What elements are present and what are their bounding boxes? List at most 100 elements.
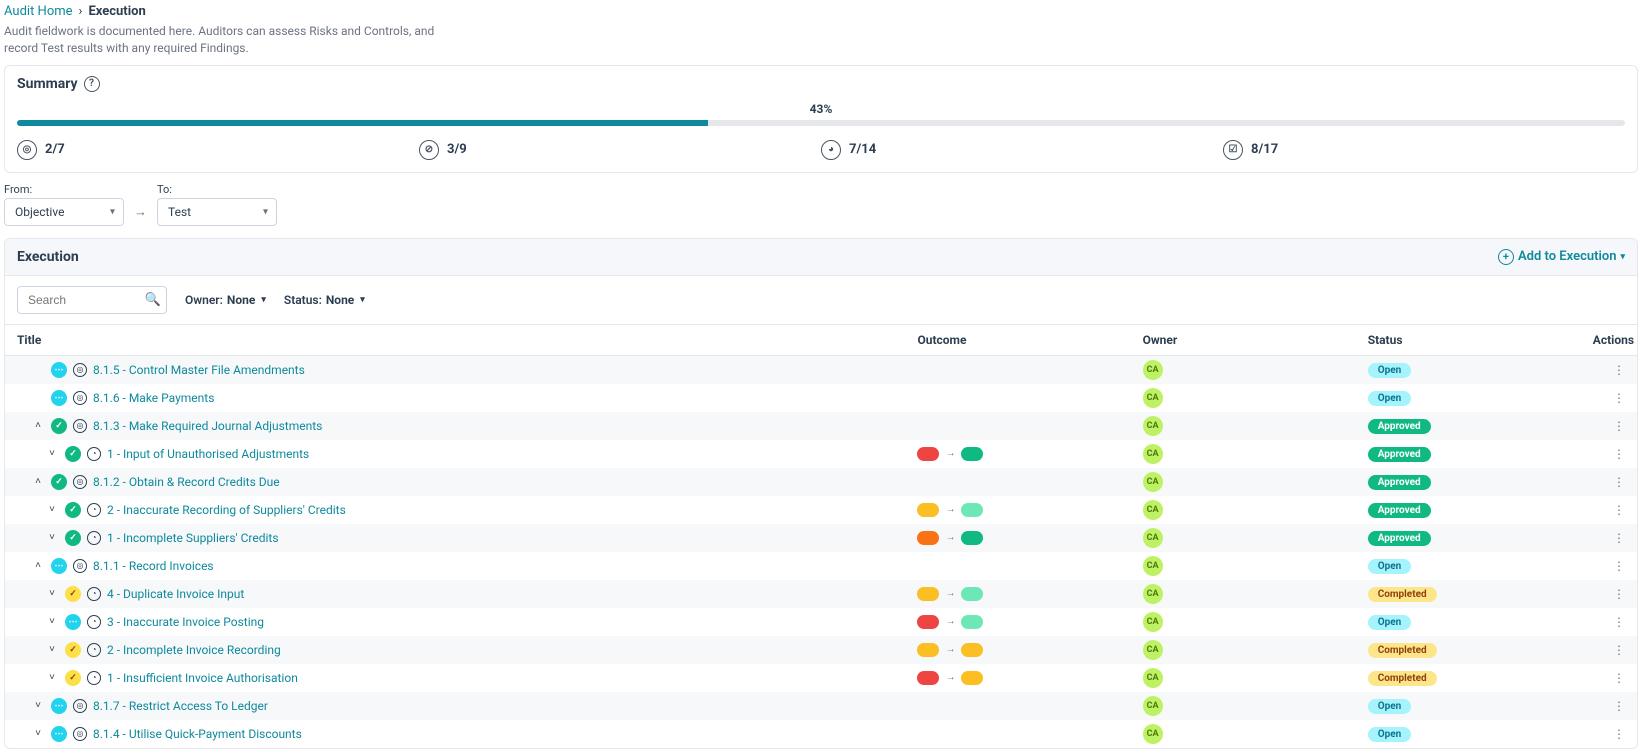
state-indicator-icon: ⋯ — [51, 362, 67, 378]
row-actions-menu[interactable]: ⋮ — [1593, 419, 1625, 433]
summary-metric-0: ◎2/7 — [17, 140, 419, 160]
state-indicator-icon: ✓ — [65, 670, 81, 686]
chevron-down-icon[interactable]: ˅ — [31, 700, 45, 711]
chevron-down-icon[interactable]: ˅ — [45, 616, 59, 627]
col-owner: Owner — [1143, 333, 1368, 347]
owner-filter[interactable]: Owner: None — [185, 293, 266, 307]
status-cell: Open — [1368, 390, 1593, 406]
row-actions-menu[interactable]: ⋮ — [1593, 643, 1625, 657]
row-title-link[interactable]: 4 - Duplicate Invoice Input — [107, 587, 244, 601]
owner-avatar[interactable]: CA — [1143, 528, 1163, 548]
metric-icon: ◎ — [17, 140, 37, 160]
chevron-up-icon[interactable]: ˄ — [31, 420, 45, 431]
owner-avatar[interactable]: CA — [1143, 444, 1163, 464]
row-actions-menu[interactable]: ⋮ — [1593, 699, 1625, 713]
outcome-cell: → — [917, 615, 1142, 629]
outcome-cell: → — [917, 671, 1142, 685]
status-badge: Approved — [1368, 475, 1431, 490]
gauge-icon: ◔ — [87, 643, 101, 657]
status-cell: Open — [1368, 698, 1593, 714]
row-title-link[interactable]: 1 - Incomplete Suppliers' Credits — [107, 531, 279, 545]
to-select[interactable]: Test — [157, 198, 277, 226]
row-actions-menu[interactable]: ⋮ — [1593, 503, 1625, 517]
owner-avatar[interactable]: CA — [1143, 612, 1163, 632]
chevron-down-icon[interactable]: ˅ — [45, 644, 59, 655]
outcome-cell: → — [917, 531, 1142, 545]
owner-avatar[interactable]: CA — [1143, 584, 1163, 604]
from-select[interactable]: Objective — [4, 198, 124, 226]
row-title-link[interactable]: 8.1.5 - Control Master File Amendments — [93, 363, 305, 377]
metric-value: 7/14 — [849, 142, 876, 157]
row-title-link[interactable]: 1 - Insufficient Invoice Authorisation — [107, 671, 298, 685]
chevron-down-icon[interactable]: ˅ — [45, 504, 59, 515]
status-badge: Approved — [1368, 447, 1431, 462]
owner-cell: CA — [1143, 584, 1368, 604]
search-icon[interactable]: 🔍 — [145, 292, 161, 307]
row-actions-menu[interactable]: ⋮ — [1593, 531, 1625, 545]
owner-cell: CA — [1143, 416, 1368, 436]
row-title-link[interactable]: 8.1.1 - Record Invoices — [93, 559, 214, 573]
status-cell: Open — [1368, 362, 1593, 378]
status-cell: Completed — [1368, 670, 1593, 686]
status-cell: Approved — [1368, 502, 1593, 518]
gauge-icon: ◔ — [87, 503, 101, 517]
breadcrumb-home-link[interactable]: Audit Home — [4, 4, 73, 19]
owner-avatar[interactable]: CA — [1143, 416, 1163, 436]
status-cell: Approved — [1368, 418, 1593, 434]
row-actions-menu[interactable]: ⋮ — [1593, 615, 1625, 629]
row-title-link[interactable]: 2 - Inaccurate Recording of Suppliers' C… — [107, 503, 346, 517]
row-title-link[interactable]: 2 - Incomplete Invoice Recording — [107, 643, 281, 657]
metric-value: 8/17 — [1251, 142, 1278, 157]
row-actions-menu[interactable]: ⋮ — [1593, 671, 1625, 685]
owner-avatar[interactable]: CA — [1143, 500, 1163, 520]
row-actions-menu[interactable]: ⋮ — [1593, 587, 1625, 601]
add-to-execution-button[interactable]: + Add to Execution ▾ — [1498, 249, 1625, 265]
gauge-icon: ◔ — [87, 587, 101, 601]
row-title-link[interactable]: 8.1.6 - Make Payments — [93, 391, 214, 405]
status-badge: Open — [1368, 727, 1412, 742]
table-row: ˄✓◎8.1.2 - Obtain & Record Credits DueCA… — [5, 468, 1637, 496]
status-badge: Completed — [1368, 671, 1437, 686]
row-title-link[interactable]: 8.1.7 - Restrict Access To Ledger — [93, 699, 268, 713]
owner-avatar[interactable]: CA — [1143, 556, 1163, 576]
breadcrumb: Audit Home › Execution — [4, 4, 1638, 19]
arrow-right-icon: → — [945, 448, 955, 459]
owner-avatar[interactable]: CA — [1143, 696, 1163, 716]
chevron-down-icon[interactable]: ˅ — [45, 448, 59, 459]
row-title-link[interactable]: 8.1.2 - Obtain & Record Credits Due — [93, 475, 280, 489]
row-title-link[interactable]: 8.1.3 - Make Required Journal Adjustment… — [93, 419, 322, 433]
row-actions-menu[interactable]: ⋮ — [1593, 391, 1625, 405]
status-cell: Open — [1368, 614, 1593, 630]
status-filter[interactable]: Status: None — [284, 293, 365, 307]
owner-avatar[interactable]: CA — [1143, 472, 1163, 492]
summary-metric-2: ◕7/14 — [821, 140, 1223, 160]
outcome-cell: → — [917, 643, 1142, 657]
gauge-icon: ◔ — [87, 671, 101, 685]
owner-cell: CA — [1143, 696, 1368, 716]
row-title-link[interactable]: 1 - Input of Unauthorised Adjustments — [107, 447, 309, 461]
owner-avatar[interactable]: CA — [1143, 388, 1163, 408]
row-actions-menu[interactable]: ⋮ — [1593, 363, 1625, 377]
breadcrumb-current: Execution — [88, 4, 145, 19]
help-icon[interactable]: ? — [84, 76, 100, 92]
owner-cell: CA — [1143, 360, 1368, 380]
owner-avatar[interactable]: CA — [1143, 360, 1163, 380]
chevron-down-icon[interactable]: ˅ — [45, 532, 59, 543]
owner-avatar[interactable]: CA — [1143, 668, 1163, 688]
table-row: ˄⋯◎8.1.1 - Record InvoicesCAOpen⋮ — [5, 552, 1637, 580]
row-actions-menu[interactable]: ⋮ — [1593, 447, 1625, 461]
row-actions-menu[interactable]: ⋮ — [1593, 475, 1625, 489]
summary-metric-1: ⊘3/9 — [419, 140, 821, 160]
table-row: ˅✓◔1 - Input of Unauthorised Adjustments… — [5, 440, 1637, 468]
owner-cell: CA — [1143, 668, 1368, 688]
chevron-up-icon[interactable]: ˄ — [31, 560, 45, 571]
row-title-link[interactable]: 3 - Inaccurate Invoice Posting — [107, 615, 264, 629]
summary-title: Summary — [17, 76, 78, 92]
row-actions-menu[interactable]: ⋮ — [1593, 559, 1625, 573]
outcome-to-dot — [961, 587, 983, 601]
table-row: ˅✓◔4 - Duplicate Invoice Input→CAComplet… — [5, 580, 1637, 608]
chevron-up-icon[interactable]: ˄ — [31, 476, 45, 487]
chevron-down-icon[interactable]: ˅ — [45, 672, 59, 683]
owner-avatar[interactable]: CA — [1143, 640, 1163, 660]
chevron-down-icon[interactable]: ˅ — [45, 588, 59, 599]
